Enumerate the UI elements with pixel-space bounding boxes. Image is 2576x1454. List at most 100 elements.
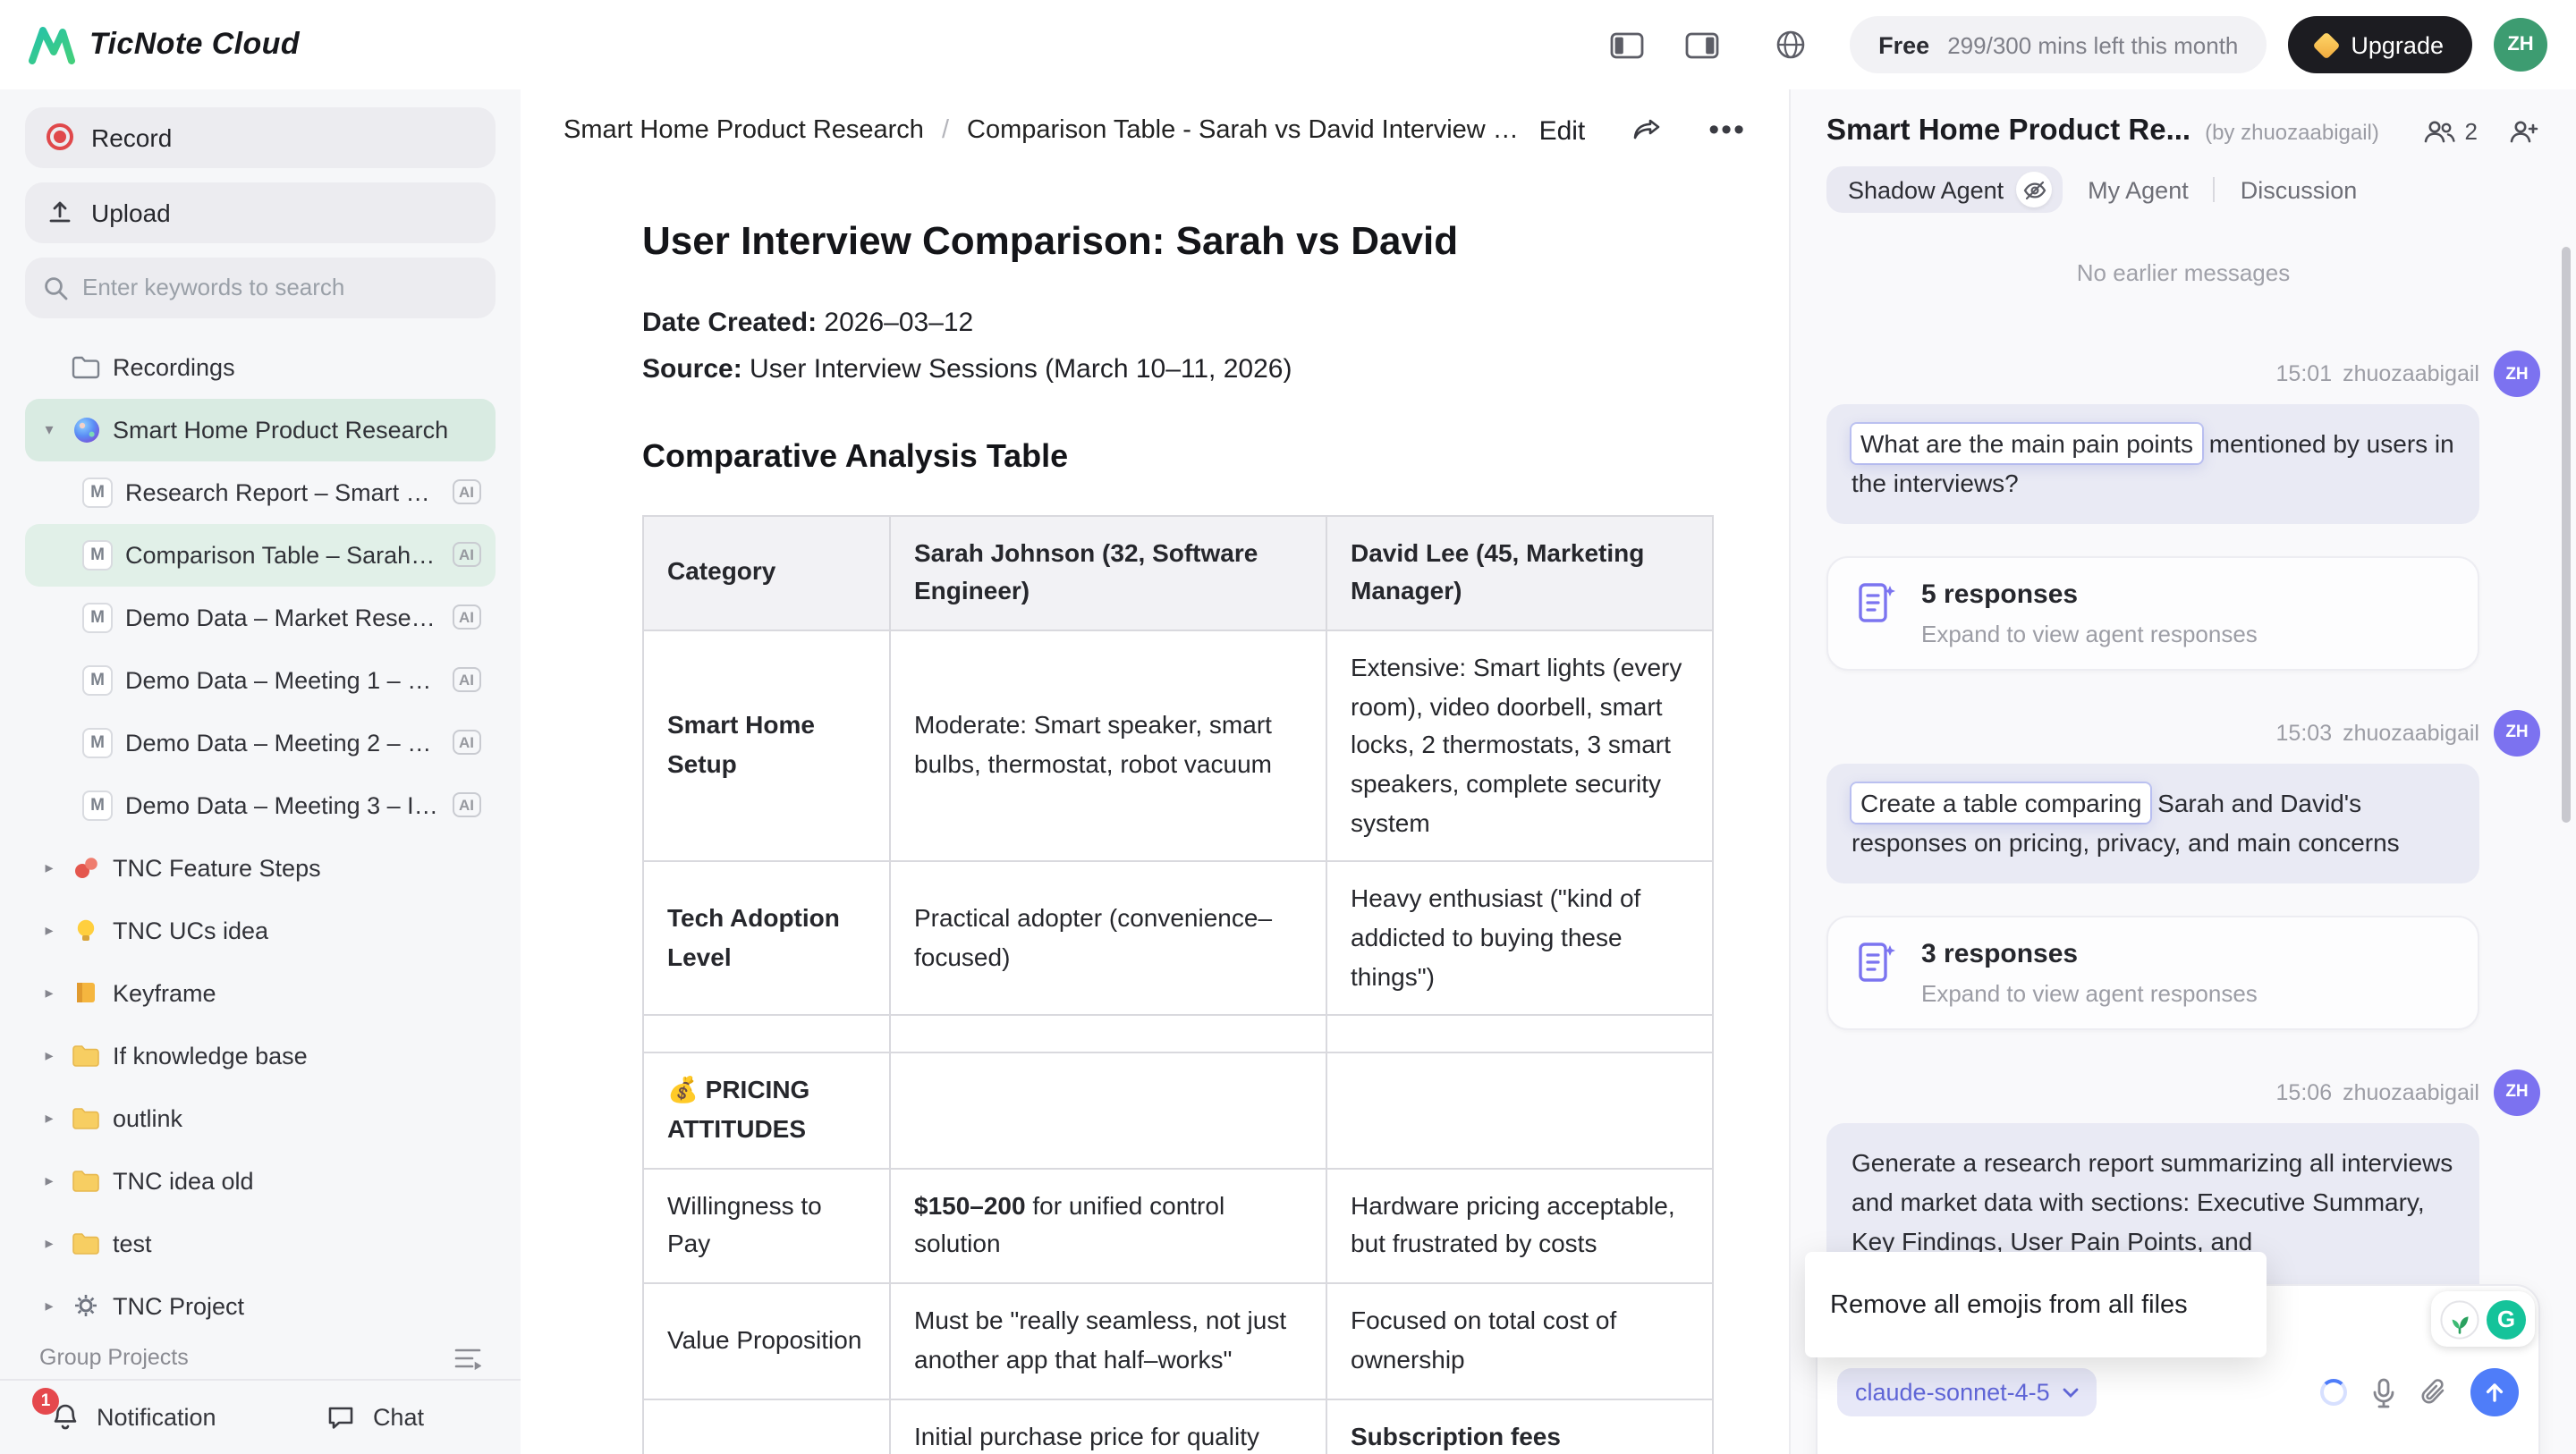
chevron-right-icon[interactable]: ▸ — [39, 1045, 59, 1065]
table-cell: Value Proposition — [643, 1283, 890, 1399]
tree-item-label: Keyframe — [113, 979, 481, 1006]
tree-item-label: Demo Data – Market Resea... — [125, 604, 439, 630]
breadcrumb-root[interactable]: Smart Home Product Research — [564, 116, 924, 145]
top-bar: TicNote Cloud Free 299/300 mins left thi… — [0, 0, 2576, 89]
upload-icon — [47, 199, 73, 226]
folder-icon — [72, 355, 100, 378]
message-meta: 15:01 zhuozaabigail — [1826, 358, 2479, 390]
tab-discussion[interactable]: Discussion — [2241, 176, 2358, 203]
table-row: Smart Home Setup Moderate: Smart speaker… — [643, 630, 1713, 862]
invite-button[interactable] — [2506, 118, 2540, 145]
message-time: 15:01 — [2276, 361, 2333, 386]
tree-item-tnc-feature-steps[interactable]: ▸ TNC Feature Steps — [25, 836, 496, 899]
tree-item-outlink[interactable]: ▸ outlink — [25, 1086, 496, 1149]
folder-icon — [72, 1106, 100, 1129]
comparison-table: Category Sarah Johnson (32, Software Eng… — [642, 514, 1714, 1454]
tree-item-tnc-ucs-idea[interactable]: ▸ TNC UCs idea — [25, 899, 496, 961]
table-cell — [890, 1016, 1326, 1053]
send-button[interactable] — [2470, 1368, 2519, 1416]
upgrade-button[interactable]: Upgrade — [2288, 16, 2472, 73]
tab-label: Shadow Agent — [1848, 176, 2004, 203]
chat-message: 15:01 zhuozaabigail ZH What are the main… — [1826, 358, 2479, 524]
table-cell: Initial purchase price for quality — [890, 1399, 1326, 1454]
chevron-right-icon[interactable]: ▸ — [39, 1108, 59, 1128]
mic-icon[interactable] — [2370, 1376, 2397, 1408]
tab-my-agent[interactable]: My Agent — [2088, 176, 2189, 203]
chevron-right-icon[interactable]: ▸ — [39, 1171, 59, 1190]
chevron-right-icon[interactable]: ▸ — [39, 858, 59, 877]
toggle-left-panel-icon[interactable] — [1599, 20, 1653, 70]
upload-button[interactable]: Upload — [25, 182, 496, 243]
edit-button[interactable]: Edit — [1539, 115, 1586, 146]
markdown-file-icon: M — [82, 727, 113, 757]
tree-item-research-report[interactable]: M Research Report – Smart H... AI — [25, 461, 496, 523]
chevron-down-icon — [2063, 1387, 2079, 1398]
avatar: ZH — [2494, 1069, 2540, 1115]
agent-responses-card[interactable]: 3 responses Expand to view agent respons… — [1826, 915, 2479, 1029]
tree-item-label: Demo Data – Meeting 1 – U... — [125, 666, 439, 693]
plant-extension-icon[interactable] — [2440, 1299, 2479, 1339]
tree-item-label: test — [113, 1230, 481, 1256]
chat-message: 15:03 zhuozaabigail ZH Create a table co… — [1826, 717, 2479, 883]
table-cell: $150–200 for unified control solution — [890, 1169, 1326, 1284]
toggle-right-panel-icon[interactable] — [1674, 20, 1728, 70]
more-options-icon[interactable]: ••• — [1708, 113, 1746, 148]
agent-responses-card[interactable]: 5 responses Expand to view agent respons… — [1826, 556, 2479, 671]
search-icon — [43, 275, 68, 300]
responses-hint: Expand to view agent responses — [1921, 621, 2258, 647]
table-row: Tech Adoption Level Practical adopter (c… — [643, 862, 1713, 1016]
tree-item-demo-meeting-1[interactable]: M Demo Data – Meeting 1 – U... AI — [25, 648, 496, 711]
chevron-right-icon[interactable]: ▸ — [39, 983, 59, 1002]
tree-item-label: Recordings — [113, 353, 481, 380]
tree-item-demo-market[interactable]: M Demo Data – Market Resea... AI — [25, 586, 496, 648]
chat-button[interactable]: Chat — [326, 1402, 424, 1433]
table-row: Willingness to Pay $150–200 for unified … — [643, 1169, 1713, 1284]
section-title: Comparative Analysis Table — [642, 437, 1714, 475]
tree-item-demo-meeting-2[interactable]: M Demo Data – Meeting 2 – U... AI — [25, 711, 496, 773]
tree-item-test[interactable]: ▸ test — [25, 1212, 496, 1274]
folder-icon — [72, 1169, 100, 1192]
chevron-right-icon[interactable]: ▸ — [39, 1233, 59, 1253]
tree-item-tnc-idea-old[interactable]: ▸ TNC idea old — [25, 1149, 496, 1212]
model-selector[interactable]: claude-sonnet-4-5 — [1837, 1368, 2097, 1416]
scrollbar[interactable] — [2562, 247, 2571, 823]
table-cell: Subscription fees — [1326, 1399, 1713, 1454]
group-projects-section: Group Projects — [25, 1336, 496, 1379]
language-globe-icon[interactable] — [1764, 20, 1818, 70]
tree-item-recordings[interactable]: ▸ Recordings — [25, 335, 496, 398]
record-button[interactable]: Record — [25, 107, 496, 168]
chevron-right-icon[interactable]: ▸ — [39, 920, 59, 940]
members-button[interactable]: 2 — [2422, 118, 2478, 145]
group-projects-menu-icon[interactable] — [454, 1346, 481, 1369]
search-box — [25, 257, 496, 317]
record-label: Record — [91, 123, 172, 152]
file-tree: ▸ Recordings ▾ Smart Home Product Resear… — [25, 335, 496, 1332]
diamond-icon — [2313, 30, 2341, 58]
notification-button[interactable]: 1 Notification — [50, 1402, 216, 1433]
attachment-icon[interactable] — [2420, 1377, 2447, 1408]
eye-off-icon[interactable] — [2016, 172, 2052, 207]
grammarly-icon[interactable]: G — [2487, 1299, 2526, 1339]
members-icon — [2422, 118, 2456, 145]
message-author: zhuozaabigail — [2343, 1079, 2479, 1104]
tree-item-knowledge-base[interactable]: ▸ If knowledge base — [25, 1024, 496, 1086]
tree-item-keyframe[interactable]: ▸ Keyframe — [25, 961, 496, 1024]
chevron-right-icon[interactable]: ▸ — [39, 1296, 59, 1315]
tree-item-label: TNC Feature Steps — [113, 854, 481, 881]
markdown-file-icon: M — [82, 790, 113, 820]
user-avatar[interactable]: ZH — [2494, 18, 2547, 72]
person-add-icon — [2506, 118, 2540, 145]
app-window: TicNote Cloud Free 299/300 mins left thi… — [0, 0, 2576, 1454]
tree-item-demo-meeting-3[interactable]: M Demo Data – Meeting 3 – In... AI — [25, 773, 496, 836]
tree-item-smart-home-project[interactable]: ▾ Smart Home Product Research — [25, 398, 496, 461]
chat-icon — [326, 1402, 357, 1433]
tree-item-comparison-table[interactable]: M Comparison Table – Sarah v... AI — [25, 523, 496, 586]
share-icon[interactable] — [1631, 116, 1662, 145]
tab-shadow-agent[interactable]: Shadow Agent — [1826, 166, 2063, 213]
search-input[interactable] — [82, 274, 478, 300]
plan-badge: Free — [1878, 31, 1929, 58]
date-value: 2026–03–12 — [817, 308, 973, 338]
plan-usage-pill: Free 299/300 mins left this month — [1850, 16, 2267, 73]
tree-item-tnc-project[interactable]: ▸ TNC Project — [25, 1274, 496, 1332]
chevron-down-icon[interactable]: ▾ — [39, 419, 59, 439]
